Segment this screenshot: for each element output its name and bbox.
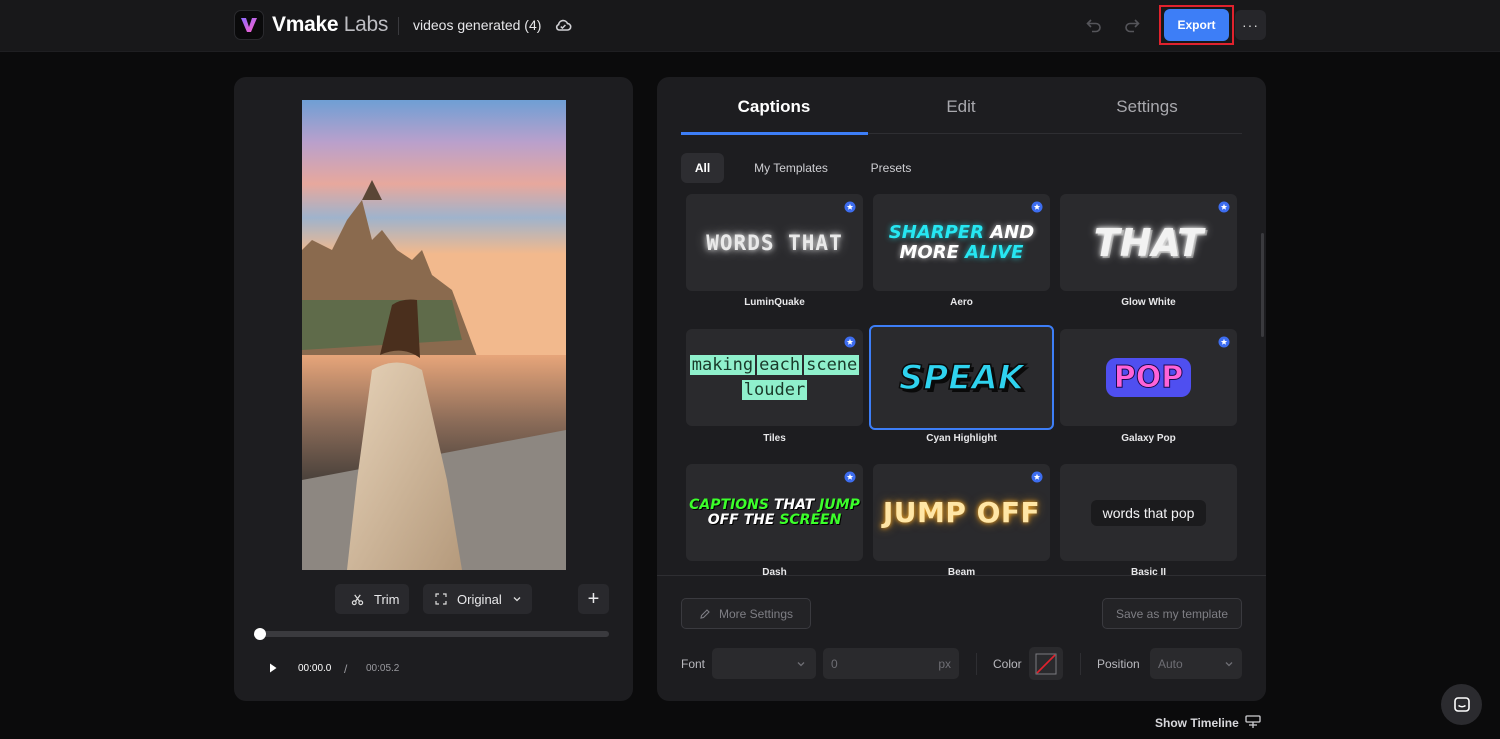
template-card-dash[interactable]: CAPTIONS THAT JUMP OFF THE SCREEN — [686, 464, 863, 561]
more-settings-button[interactable]: More Settings — [681, 598, 811, 629]
template-name: Aero — [950, 297, 973, 308]
add-media-button[interactable]: + — [578, 584, 609, 614]
template-preview-text: POP — [1105, 358, 1192, 397]
premium-badge-icon — [844, 336, 856, 348]
divider — [1080, 653, 1081, 675]
color-swatch[interactable] — [1029, 647, 1063, 680]
premium-badge-icon — [1031, 471, 1043, 483]
filter-my-templates[interactable]: My Templates — [741, 153, 841, 183]
vmake-logo-icon[interactable] — [234, 10, 264, 40]
position-value: Auto — [1158, 656, 1183, 671]
font-select[interactable] — [712, 648, 816, 679]
premium-badge-icon — [844, 471, 856, 483]
template-name: Galaxy Pop — [1121, 433, 1176, 444]
aspect-ratio-label: Original — [457, 591, 502, 607]
active-tab-indicator — [681, 132, 868, 135]
current-time: 00:00.0 — [298, 663, 332, 674]
template-preview-text: SPEAK — [898, 357, 1025, 399]
cloud-sync-icon[interactable] — [553, 15, 573, 35]
tab-settings[interactable]: Settings — [1054, 97, 1240, 117]
top-bar: Vmake Labs videos generated (4) Export ·… — [0, 0, 1500, 52]
template-name: Glow White — [1121, 297, 1176, 308]
template-card-luminquake[interactable]: WORDS THAT — [686, 194, 863, 291]
template-name: Basic II — [1130, 567, 1167, 578]
preview-panel: Trim Original + 00:00.0 / 00:05.2 — [234, 77, 633, 701]
tab-captions[interactable]: Captions — [681, 97, 867, 117]
template-card-glow-white[interactable]: THAT — [1060, 194, 1237, 291]
editor-panel: Captions Edit Settings All My Templates … — [657, 77, 1266, 701]
no-color-icon — [1035, 653, 1057, 674]
premium-badge-icon — [1218, 336, 1230, 348]
brand-name[interactable]: Vmake Labs — [272, 13, 388, 37]
video-preview[interactable] — [302, 100, 566, 570]
chat-icon — [1453, 696, 1470, 712]
template-preview-text: THAT — [1093, 220, 1204, 265]
redo-icon[interactable] — [1122, 15, 1142, 35]
template-card-basic-ii[interactable]: words that pop — [1060, 464, 1237, 561]
font-size-unit: px — [938, 656, 951, 671]
template-preview-text: WORDS THAT — [706, 230, 843, 255]
font-size-input[interactable]: 0 px — [823, 648, 959, 679]
template-preview-text: SHARPER AND MORE ALIVE — [888, 221, 1035, 263]
timeline-icon[interactable] — [1244, 713, 1262, 731]
crop-frame-icon — [435, 593, 447, 605]
template-card-galaxy-pop[interactable]: POP — [1060, 329, 1237, 426]
font-size-value: 0 — [831, 656, 838, 671]
scissors-icon — [351, 593, 364, 605]
divider — [398, 17, 399, 35]
templates-scrollbar[interactable] — [1261, 233, 1264, 337]
undo-icon[interactable] — [1084, 15, 1104, 35]
playback-progress-track[interactable] — [260, 631, 609, 637]
playback-scrubber-handle[interactable] — [254, 628, 266, 640]
template-preview-text: making each scene louder — [689, 354, 860, 400]
template-card-tiles[interactable]: making each scene louder — [686, 329, 863, 426]
divider — [976, 653, 977, 675]
video-frame-image — [302, 100, 566, 570]
premium-badge-icon — [844, 201, 856, 213]
template-preview-text: words that pop — [1090, 499, 1207, 526]
play-icon[interactable] — [268, 662, 278, 674]
save-as-template-button[interactable]: Save as my template — [1102, 598, 1242, 629]
template-card-beam[interactable]: JUMP OFF — [873, 464, 1050, 561]
template-card-cyan-highlight[interactable]: SPEAK — [869, 325, 1054, 430]
export-button[interactable]: Export — [1164, 9, 1229, 41]
trim-label: Trim — [374, 591, 400, 607]
font-label: Font — [681, 657, 706, 671]
bottom-divider — [657, 575, 1266, 576]
position-select[interactable]: Auto — [1150, 648, 1242, 679]
brand-light: Labs — [338, 13, 389, 36]
filter-all[interactable]: All — [681, 153, 724, 183]
time-separator: / — [344, 662, 348, 676]
template-name: LuminQuake — [744, 297, 805, 308]
template-name: Cyan Highlight — [926, 433, 997, 444]
tab-edit[interactable]: Edit — [868, 97, 1054, 117]
premium-badge-icon — [1031, 201, 1043, 213]
brand-bold: Vmake — [272, 13, 339, 36]
chevron-down-icon — [513, 597, 521, 602]
template-name: Beam — [947, 567, 976, 578]
color-label: Color — [993, 657, 1022, 671]
template-name: Tiles — [763, 433, 786, 444]
chevron-down-icon — [1225, 661, 1233, 666]
trim-button[interactable]: Trim — [335, 584, 409, 614]
template-preview-text: CAPTIONS THAT JUMP OFF THE SCREEN — [689, 496, 860, 528]
chevron-down-icon — [797, 661, 805, 666]
premium-badge-icon — [1218, 201, 1230, 213]
filter-presets[interactable]: Presets — [857, 153, 925, 183]
aspect-ratio-dropdown[interactable]: Original — [423, 584, 532, 614]
template-preview-text: JUMP OFF — [882, 496, 1041, 529]
more-settings-label: More Settings — [718, 606, 794, 621]
position-label: Position — [1097, 657, 1140, 671]
total-time: 00:05.2 — [366, 663, 400, 674]
template-card-aero[interactable]: SHARPER AND MORE ALIVE — [873, 194, 1050, 291]
template-name: Dash — [762, 567, 787, 578]
pencil-icon — [700, 608, 710, 619]
show-timeline-button[interactable]: Show Timeline — [1155, 716, 1239, 730]
support-chat-button[interactable] — [1441, 684, 1482, 725]
project-name[interactable]: videos generated (4) — [413, 17, 541, 33]
more-options-button[interactable]: ··· — [1235, 10, 1266, 40]
